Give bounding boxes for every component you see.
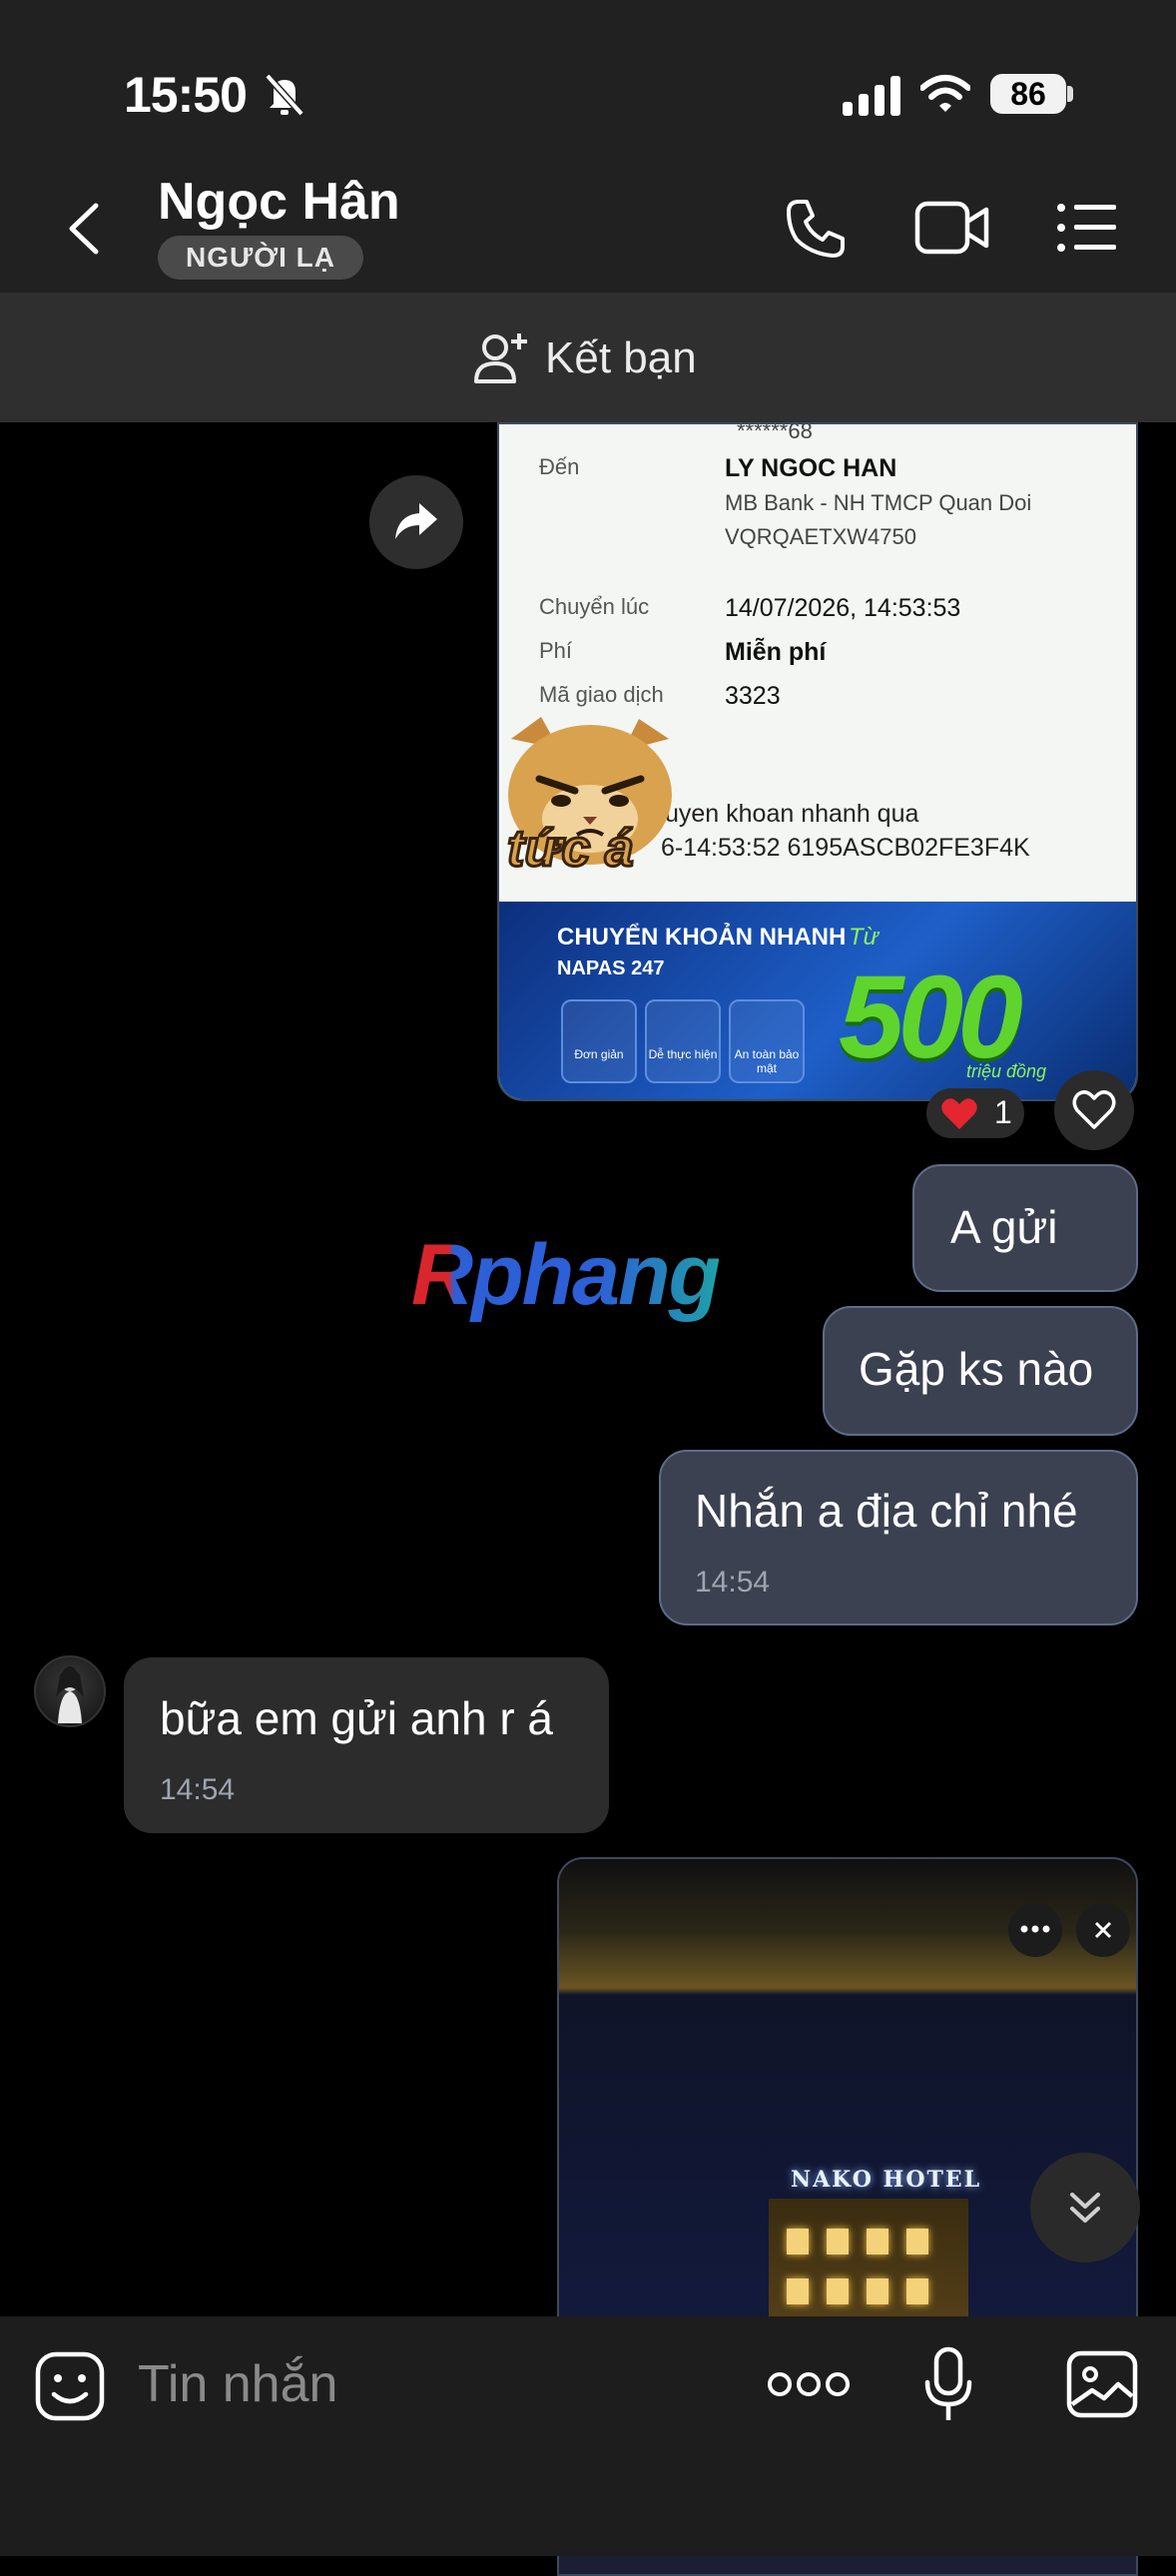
status-bar: 15:50 86 [0, 0, 1176, 150]
banner-feature: An toàn bảo mật [729, 999, 805, 1083]
message-time: 14:54 [160, 1773, 236, 1806]
receipt-time-label: Chuyển lúc [539, 594, 650, 619]
message-text: bữa em gửi anh r á [160, 1692, 554, 1744]
receipt-to-label: Đến [539, 454, 580, 479]
contact-name[interactable]: Ngọc Hân [158, 172, 400, 232]
message-bubble-outgoing[interactable]: Nhắn a địa chỉ nhé 14:54 [659, 1450, 1138, 1625]
receipt-to-name: LY NGOC HAN [725, 454, 897, 482]
receipt-fee-value: Miễn phí [725, 638, 827, 666]
more-icon [1020, 1925, 1050, 1933]
watermark-text: Rphang [411, 1227, 721, 1323]
reaction-count: 1 [994, 1094, 1012, 1130]
video-icon[interactable] [914, 198, 990, 258]
add-user-icon [474, 333, 527, 383]
like-button[interactable] [1054, 1070, 1134, 1150]
add-friend-label[interactable]: Kết bạn [545, 333, 697, 383]
list-icon[interactable] [1056, 202, 1118, 254]
double-chevron-down-icon [1070, 2193, 1100, 2223]
battery-indicator: 86 [990, 74, 1066, 114]
sticker-text: tức á [506, 819, 636, 880]
photo-more-button[interactable] [1008, 1903, 1062, 1957]
phone-icon[interactable] [785, 198, 847, 260]
avatar-image [56, 1666, 84, 1723]
photo-close-button[interactable] [1076, 1903, 1130, 1957]
message-bubble-outgoing[interactable]: Gặp ks nào [823, 1306, 1138, 1436]
heart-reaction-icon [941, 1098, 977, 1129]
message-text: Nhắn a địa chỉ nhé [695, 1485, 1078, 1537]
bell-muted-icon [265, 73, 304, 117]
receipt-memo-1: uyen khoan nhanh qua [665, 800, 919, 828]
image-icon[interactable] [1066, 2350, 1138, 2418]
message-text: Gặp ks nào [859, 1343, 1094, 1395]
banner-subtitle: NAPAS 247 [557, 958, 665, 979]
receipt-time-value: 14/07/2026, 14:53:53 [725, 594, 961, 622]
wifi-icon [920, 75, 970, 112]
forward-button[interactable] [369, 475, 463, 569]
close-icon [1094, 1921, 1112, 1939]
chevron-left-icon[interactable] [62, 200, 106, 258]
message-bubble-outgoing[interactable]: A gửi [912, 1164, 1138, 1292]
message-text: A gửi [950, 1201, 1058, 1253]
microphone-icon[interactable] [924, 2346, 972, 2424]
receipt-to-bank: MB Bank - NH TMCP Quan Doi [725, 490, 1032, 515]
receipt-txn-value: 3323 [725, 682, 781, 710]
receipt-txn-label: Mã giao dịch [539, 682, 664, 707]
status-time: 15:50 [124, 67, 248, 123]
receipt-to-account: VQRQAETXW4750 [725, 524, 916, 549]
scroll-to-bottom-button[interactable] [1030, 2153, 1140, 2262]
battery-nub [1067, 86, 1073, 102]
watermark: Rphang [411, 1226, 721, 1325]
banner-unit: triệu đồng [966, 1061, 1047, 1081]
signal-icon [843, 76, 900, 116]
napas-banner: CHUYỂN KHOẢN NHANH NAPAS 247 Từ 500 triệ… [499, 902, 1136, 1099]
angry-cat-sticker[interactable]: tức á [501, 709, 679, 889]
banner-feature: Đơn giản [561, 999, 637, 1083]
banner-from: Từ [849, 924, 879, 951]
sticker-icon[interactable] [34, 2350, 106, 2422]
more-icon[interactable] [767, 2370, 851, 2398]
receipt-masked-account: ******68 [737, 422, 813, 443]
composer-bar [0, 2316, 1176, 2556]
avatar[interactable] [34, 1655, 106, 1727]
stranger-badge: NGƯỜI LẠ [158, 236, 363, 280]
share-icon [395, 503, 437, 539]
hotel-sign: NAKO HOTEL [791, 2167, 982, 2193]
message-input[interactable] [138, 2354, 697, 2414]
heart-icon [1072, 1090, 1116, 1129]
message-bubble-incoming[interactable]: bữa em gửi anh r á 14:54 [124, 1657, 609, 1833]
message-time: 14:54 [695, 1566, 771, 1599]
receipt-memo-2: 6-14:53:52 6195ASCB02FE3F4K [661, 834, 1030, 862]
banner-title: CHUYỂN KHOẢN NHANH [557, 924, 847, 951]
banner-feature: Dễ thực hiện [645, 999, 721, 1083]
receipt-fee-label: Phí [539, 638, 573, 663]
